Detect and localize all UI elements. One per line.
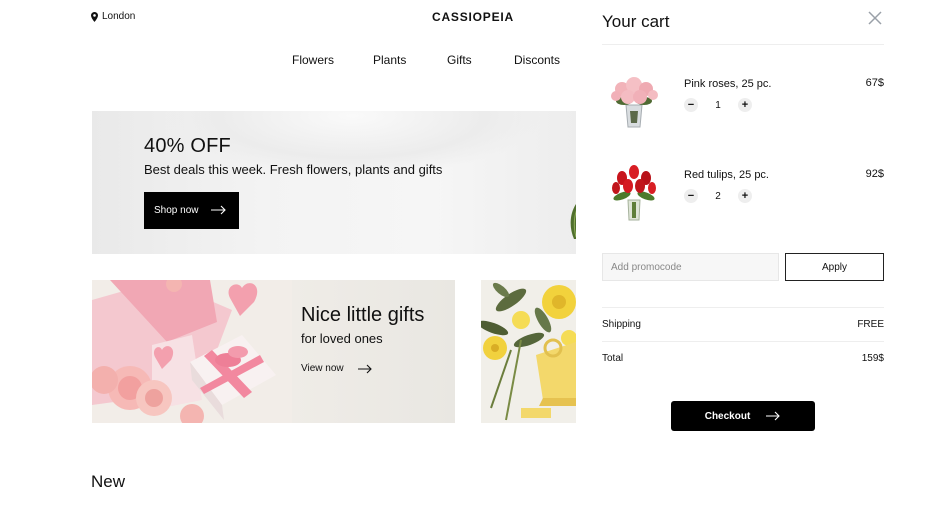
cart-divider: [602, 44, 884, 45]
cart-item: Red tulips, 25 pc. 92$ − 2 +: [602, 162, 884, 232]
plus-icon[interactable]: +: [738, 189, 752, 203]
minus-icon[interactable]: −: [684, 98, 698, 112]
flowers-promo-image[interactable]: [481, 280, 576, 423]
shop-now-button[interactable]: Shop now: [144, 192, 239, 229]
nav-link-gifts[interactable]: Gifts: [447, 53, 472, 67]
section-title-new: New: [91, 472, 126, 491]
brand-logo[interactable]: CASSIOPEIA: [432, 10, 514, 24]
flowers-image: [481, 280, 576, 423]
cart-divider: [602, 341, 884, 342]
hero-title: 40% OFF: [144, 135, 231, 157]
cart-divider: [602, 307, 884, 308]
item-price: 92$: [865, 168, 884, 180]
main-nav: Flowers Plants Gifts Disconts: [0, 53, 600, 67]
shipping-label: Shipping: [602, 319, 641, 330]
checkout-button[interactable]: Checkout: [671, 401, 815, 431]
apply-promocode-button[interactable]: Apply: [785, 253, 884, 281]
quantity-stepper: − 1 +: [684, 98, 752, 112]
checkout-label: Checkout: [704, 410, 751, 422]
minus-icon[interactable]: −: [684, 189, 698, 203]
cart-title: Your cart: [602, 12, 670, 31]
nav-link-plants[interactable]: Plants: [373, 53, 406, 67]
nav-link-flowers[interactable]: Flowers: [292, 53, 334, 67]
shop-now-label: Shop now: [154, 205, 199, 216]
close-icon[interactable]: [868, 11, 882, 25]
cart-panel: Your cart Pink roses, 25 pc. 67$ − 1 + R…: [584, 0, 935, 516]
gifts-title: Nice little gifts: [301, 304, 425, 326]
total-label: Total: [602, 353, 624, 364]
view-now-label: View now: [301, 363, 344, 374]
gifts-illustration: [92, 280, 292, 423]
cart-item: Pink roses, 25 pc. 67$ − 1 +: [602, 71, 884, 141]
quantity-stepper: − 2 +: [684, 189, 752, 203]
quantity-value: 1: [715, 99, 721, 111]
item-name: Red tulips, 25 pc.: [684, 169, 769, 181]
arrow-right-icon: [211, 205, 226, 215]
map-pin-icon: [91, 11, 98, 22]
hero-subtitle: Best deals this week. Fresh flowers, pla…: [144, 162, 443, 177]
hero-banner: 40% OFF Best deals this week. Fresh flow…: [92, 111, 576, 254]
red-tulips-thumbnail: [612, 165, 656, 221]
gifts-banner: Nice little gifts for loved ones View no…: [92, 280, 455, 423]
location-selector[interactable]: London: [91, 11, 135, 22]
item-name: Pink roses, 25 pc.: [684, 78, 772, 90]
leaf-decoration: [570, 204, 576, 239]
gifts-subtitle: for loved ones: [301, 331, 383, 346]
total-value: 159$: [861, 353, 884, 364]
nav-link-discounts[interactable]: Disconts: [514, 53, 560, 67]
item-price: 67$: [865, 77, 884, 89]
location-label: London: [102, 11, 136, 22]
view-now-link[interactable]: View now: [301, 363, 373, 374]
shipping-value: FREE: [857, 319, 884, 330]
promocode-input[interactable]: [602, 253, 779, 281]
arrow-right-icon: [357, 364, 372, 373]
arrow-right-icon: [766, 411, 781, 421]
plus-icon[interactable]: +: [738, 98, 752, 112]
pink-roses-thumbnail: [611, 77, 658, 128]
quantity-value: 2: [715, 190, 721, 202]
